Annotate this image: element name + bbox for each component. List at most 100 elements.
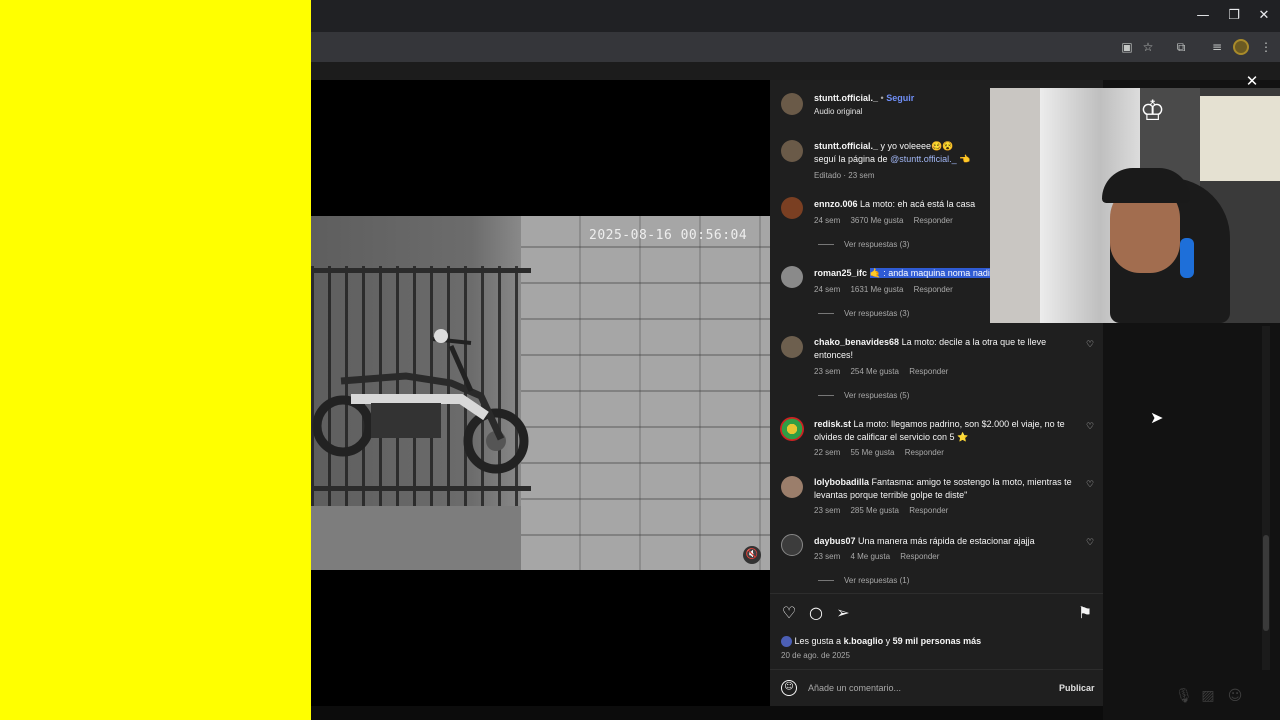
caption-line1: y yo voleeee🥴😵: [880, 141, 954, 151]
yellow-left-panel: [0, 0, 311, 720]
cast-icon[interactable]: ▣: [1119, 39, 1135, 55]
caption-avatar[interactable]: [781, 140, 803, 162]
webcam-person-hair: [1102, 168, 1190, 203]
video-timestamp: 2025-08-16 00:56:04: [589, 228, 748, 243]
likes-prefix: Les gusta a: [794, 636, 842, 646]
caption-username[interactable]: stuntt.official._: [814, 141, 878, 151]
page-header-strip: [311, 62, 1280, 80]
likes-count[interactable]: 59 mil personas más: [893, 636, 982, 646]
comment-bubble-icon[interactable]: ○: [807, 604, 825, 622]
restore-button[interactable]: ❐: [1226, 8, 1242, 24]
view-replies-button[interactable]: Ver respuestas (1): [818, 576, 909, 585]
comment-age: 24 sem: [814, 216, 841, 225]
comment-age: 24 sem: [814, 285, 841, 294]
comment-avatar[interactable]: [781, 266, 803, 288]
close-window-button[interactable]: ✕: [1256, 8, 1272, 24]
fence-rail-top: [311, 268, 531, 273]
comment-likes[interactable]: 285 Me gusta: [850, 506, 898, 515]
cctv-video-frame[interactable]: 2025-08-16 00:56:04: [311, 216, 770, 570]
like-comment-heart-icon[interactable]: ♡: [1086, 538, 1094, 548]
crown-logo-icon: ♔: [1140, 94, 1166, 127]
caption-emoji: 👈: [959, 153, 971, 164]
follow-button[interactable]: Seguir: [886, 93, 914, 103]
author-avatar[interactable]: [781, 93, 803, 115]
view-replies-button[interactable]: Ver respuestas (5): [818, 391, 909, 400]
comment-username[interactable]: lolybobadilla: [814, 477, 869, 487]
minimize-button[interactable]: —: [1195, 8, 1211, 24]
comment-meta: 24 sem 3670 Me gusta Responder: [814, 216, 961, 225]
comment-meta: 23 sem 4 Me gusta Responder: [814, 552, 947, 561]
microphone-icon[interactable]: 🎙: [1175, 688, 1193, 704]
view-replies-button[interactable]: Ver respuestas (3): [818, 309, 909, 318]
like-comment-heart-icon[interactable]: ♡: [1086, 422, 1094, 432]
comment-avatar[interactable]: [781, 197, 803, 219]
post-date: 20 de ago. de 2025: [781, 651, 850, 660]
extensions-icon[interactable]: ⧉: [1173, 39, 1189, 55]
comment-likes[interactable]: 4 Me gusta: [850, 552, 890, 561]
motorcycle-image: [312, 329, 529, 474]
like-comment-heart-icon[interactable]: ♡: [1086, 480, 1094, 490]
caption-mention[interactable]: @stuntt.official._: [890, 154, 957, 164]
comment-meta: 23 sem 254 Me gusta Responder: [814, 367, 956, 376]
comment-avatar[interactable]: [781, 476, 803, 498]
comment-username[interactable]: chako_benavides68: [814, 337, 899, 347]
divider: [770, 593, 1103, 594]
browser-tab-strip: [311, 0, 1280, 32]
comment-avatar[interactable]: [781, 336, 803, 358]
like-heart-icon[interactable]: ♡: [780, 604, 798, 622]
image-icon[interactable]: ▨: [1200, 688, 1216, 704]
comment-likes[interactable]: 3670 Me gusta: [850, 216, 903, 225]
comment-text: daybus07 Una manera más rápida de estaci…: [814, 535, 1074, 548]
comment-text: chako_benavides68 La moto: decile a la o…: [814, 336, 1074, 361]
menu-icon[interactable]: ⋮: [1258, 39, 1274, 55]
reply-button[interactable]: Responder: [914, 216, 953, 225]
comment-username[interactable]: roman25_ifc: [814, 268, 867, 278]
share-send-icon[interactable]: ➢: [834, 604, 852, 622]
author-username[interactable]: stuntt.official._: [814, 93, 878, 103]
brick-wall: [521, 216, 770, 570]
comment-age: 23 sem: [814, 506, 841, 515]
comment-likes[interactable]: 254 Me gusta: [850, 367, 898, 376]
reply-button[interactable]: Responder: [900, 552, 939, 561]
comment-username[interactable]: redisk.st: [814, 419, 851, 429]
comment-body-selected: 🤙 : anda maquina noma nadie: [869, 268, 995, 278]
view-replies-button[interactable]: Ver respuestas (3): [818, 240, 909, 249]
webcam-poster: [1200, 96, 1280, 181]
comment-username[interactable]: ennzo.006: [814, 199, 858, 209]
comment-age: 23 sem: [814, 552, 841, 561]
publish-button[interactable]: Publicar: [1059, 683, 1095, 693]
comment-username[interactable]: daybus07: [814, 536, 856, 546]
reply-button[interactable]: Responder: [914, 285, 953, 294]
scrollbar-thumb[interactable]: [1263, 535, 1269, 631]
comment-meta: 22 sem 55 Me gusta Responder: [814, 448, 952, 457]
close-icon[interactable]: ✕: [1244, 73, 1260, 89]
bookmark-icon[interactable]: ⚑: [1076, 604, 1094, 622]
comment-avatar[interactable]: [781, 534, 803, 556]
sticker-icon[interactable]: ☺: [1227, 688, 1243, 704]
likes-user[interactable]: k.boaglio: [844, 636, 884, 646]
comment-meta: 24 sem 1631 Me gusta Responder: [814, 285, 961, 294]
star-icon[interactable]: ☆: [1140, 39, 1156, 55]
comment-likes[interactable]: 55 Me gusta: [850, 448, 894, 457]
like-comment-heart-icon[interactable]: ♡: [1086, 340, 1094, 350]
comment-text: redisk.st La moto: llegamos padrino, son…: [814, 418, 1074, 443]
comment-avatar[interactable]: [780, 417, 804, 441]
mouse-cursor-icon: ➤: [1150, 408, 1164, 427]
comment-input[interactable]: Añade un comentario...: [808, 683, 901, 693]
profile-avatar[interactable]: [1233, 39, 1249, 55]
likes-summary[interactable]: Les gusta a k.boaglio y 59 mil personas …: [781, 636, 982, 648]
emoji-icon[interactable]: ☺: [781, 680, 797, 696]
audio-label[interactable]: Audio original: [814, 107, 862, 116]
fence-rail-bottom: [311, 486, 531, 491]
reply-button[interactable]: Responder: [905, 448, 944, 457]
webcam-headset-light: [1180, 238, 1194, 278]
comment-likes[interactable]: 1631 Me gusta: [850, 285, 903, 294]
reply-button[interactable]: Responder: [909, 506, 948, 515]
liker-avatar-icon: [781, 636, 792, 648]
post-header: stuntt.official._ • Seguir: [814, 93, 915, 103]
reply-button[interactable]: Responder: [909, 367, 948, 376]
mute-button[interactable]: 🔇: [743, 546, 761, 564]
media-icon[interactable]: ≡: [1209, 39, 1225, 55]
comment-body: La moto: eh acá está la casa: [860, 199, 976, 209]
comment-text: lolybobadilla Fantasma: amigo te sosteng…: [814, 476, 1074, 501]
